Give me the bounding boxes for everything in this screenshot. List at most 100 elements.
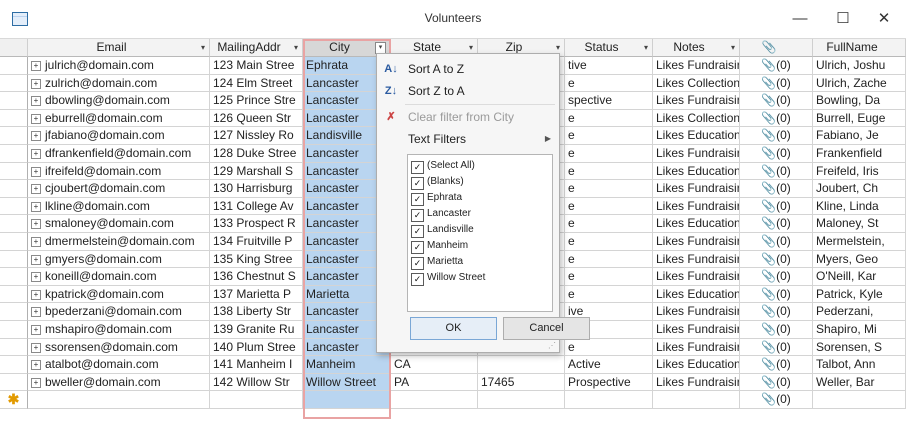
cell-mailing-address[interactable]: 136 Chestnut S bbox=[210, 268, 303, 286]
expand-subdatasheet-icon[interactable]: + bbox=[31, 289, 41, 300]
cell-notes[interactable]: Likes Education bbox=[653, 356, 740, 374]
cell-notes[interactable]: Likes Education bbox=[653, 285, 740, 304]
cell-state[interactable] bbox=[391, 391, 478, 409]
cell-notes[interactable]: Likes Fundraisir bbox=[653, 338, 740, 357]
expand-subdatasheet-icon[interactable]: + bbox=[31, 96, 41, 107]
cell-attachments[interactable]: 📎(0) bbox=[740, 57, 813, 75]
cell-mailing-address[interactable]: 131 College Av bbox=[210, 197, 303, 216]
cell-status[interactable]: e bbox=[565, 74, 653, 93]
cell-zip[interactable]: 17465 bbox=[478, 373, 565, 392]
filter-checkbox-item[interactable]: ✓ (Blanks) bbox=[411, 174, 464, 190]
cell-attachments[interactable]: 📎(0) bbox=[740, 127, 813, 145]
cell-full-name[interactable]: Shapiro, Mi bbox=[813, 321, 906, 339]
select-all-corner[interactable] bbox=[0, 39, 28, 57]
cell-notes[interactable]: Likes Fundraisir bbox=[653, 145, 740, 163]
cell-email[interactable]: + cjoubert@domain.com bbox=[28, 180, 210, 198]
cell-mailing-address[interactable]: 140 Plum Stree bbox=[210, 338, 303, 357]
column-header-email[interactable]: Email ▾ bbox=[28, 39, 210, 57]
text-filters-item[interactable]: Text Filters ▶ bbox=[377, 129, 559, 149]
cell-mailing-address[interactable] bbox=[210, 391, 303, 409]
checkbox-checked-icon[interactable]: ✓ bbox=[411, 225, 424, 238]
resize-grip-icon[interactable]: ⋰ bbox=[548, 341, 556, 350]
cell-attachments[interactable]: 📎(0) bbox=[740, 74, 813, 93]
record-selector[interactable] bbox=[0, 74, 28, 93]
cell-attachments[interactable]: 📎(0) bbox=[740, 180, 813, 198]
cell-notes[interactable]: Likes Fundraisir bbox=[653, 180, 740, 198]
expand-subdatasheet-icon[interactable]: + bbox=[31, 360, 41, 371]
cell-zip[interactable] bbox=[478, 356, 565, 374]
expand-subdatasheet-icon[interactable]: + bbox=[31, 254, 41, 265]
cell-full-name[interactable] bbox=[813, 391, 906, 409]
cell-attachments[interactable]: 📎(0) bbox=[740, 321, 813, 339]
record-selector[interactable] bbox=[0, 180, 28, 198]
record-selector[interactable] bbox=[0, 145, 28, 163]
expand-subdatasheet-icon[interactable]: + bbox=[31, 377, 41, 388]
cell-attachments[interactable]: 📎(0) bbox=[740, 356, 813, 374]
cell-attachments[interactable]: 📎(0) bbox=[740, 268, 813, 286]
ok-button[interactable]: OK bbox=[410, 317, 497, 340]
cell-email[interactable]: + bpederzani@domain.com bbox=[28, 303, 210, 321]
expand-subdatasheet-icon[interactable]: + bbox=[31, 219, 41, 230]
cell-mailing-address[interactable]: 137 Marietta P bbox=[210, 285, 303, 304]
cell-email[interactable]: + zulrich@domain.com bbox=[28, 74, 210, 93]
cell-mailing-address[interactable]: 127 Nissley Ro bbox=[210, 127, 303, 145]
table-row[interactable]: + bweller@domain.com 142 Willow Str Willow … bbox=[0, 373, 906, 392]
expand-subdatasheet-icon[interactable]: + bbox=[31, 166, 41, 177]
cell-full-name[interactable]: Myers, Geo bbox=[813, 250, 906, 269]
filter-checkbox-item[interactable]: ✓ Manheim bbox=[411, 238, 468, 254]
cell-email[interactable]: + smaloney@domain.com bbox=[28, 215, 210, 233]
cell-attachments[interactable]: 📎(0) bbox=[740, 285, 813, 304]
expand-subdatasheet-icon[interactable]: + bbox=[31, 113, 41, 124]
cell-status[interactable]: e bbox=[565, 180, 653, 198]
cell-status[interactable]: e bbox=[565, 127, 653, 145]
cell-mailing-address[interactable]: 124 Elm Street bbox=[210, 74, 303, 93]
cell-full-name[interactable]: Sorensen, S bbox=[813, 338, 906, 357]
clear-filter-item[interactable]: ✗ Clear filter from City bbox=[377, 107, 559, 127]
minimize-button[interactable]: — bbox=[780, 6, 820, 32]
expand-subdatasheet-icon[interactable]: + bbox=[31, 61, 41, 71]
cell-attachments[interactable]: 📎(0) bbox=[740, 197, 813, 216]
cell-full-name[interactable]: Bowling, Da bbox=[813, 92, 906, 110]
column-header-attachments[interactable]: 📎 bbox=[740, 39, 813, 57]
cell-status[interactable]: Active bbox=[565, 356, 653, 374]
cell-notes[interactable]: Likes Education bbox=[653, 162, 740, 181]
cell-status[interactable] bbox=[565, 391, 653, 409]
cell-email[interactable]: + jfabiano@domain.com bbox=[28, 127, 210, 145]
record-selector[interactable] bbox=[0, 321, 28, 339]
filter-dropdown-icon[interactable]: ▾ bbox=[731, 39, 735, 56]
cell-full-name[interactable]: Mermelstein, bbox=[813, 233, 906, 251]
cancel-button[interactable]: Cancel bbox=[503, 317, 590, 340]
new-record-icon[interactable]: ✱ bbox=[0, 391, 28, 409]
cell-email[interactable]: + lkline@domain.com bbox=[28, 197, 210, 216]
cell-full-name[interactable]: Patrick, Kyle bbox=[813, 285, 906, 304]
new-record-row[interactable]: ✱ 📎(0) bbox=[0, 391, 906, 409]
column-header-notes[interactable]: Notes ▾ bbox=[653, 39, 740, 57]
cell-email[interactable]: + atalbot@domain.com bbox=[28, 356, 210, 374]
cell-mailing-address[interactable]: 141 Manheim I bbox=[210, 356, 303, 374]
cell-attachments[interactable]: 📎(0) bbox=[740, 162, 813, 181]
cell-notes[interactable]: Likes Education bbox=[653, 127, 740, 145]
cell-status[interactable]: e bbox=[565, 268, 653, 286]
record-selector[interactable] bbox=[0, 285, 28, 304]
cell-status[interactable]: e bbox=[565, 285, 653, 304]
sort-a-to-z-item[interactable]: A↓ Sort A to Z bbox=[377, 59, 559, 79]
expand-subdatasheet-icon[interactable]: + bbox=[31, 307, 41, 318]
expand-subdatasheet-icon[interactable]: + bbox=[31, 201, 41, 212]
column-header-full-name[interactable]: FullName bbox=[813, 39, 906, 57]
cell-mailing-address[interactable]: 135 King Stree bbox=[210, 250, 303, 269]
checkbox-checked-icon[interactable]: ✓ bbox=[411, 257, 424, 270]
cell-city[interactable]: Manheim bbox=[303, 356, 391, 374]
cell-full-name[interactable]: Freifeld, Iris bbox=[813, 162, 906, 181]
cell-full-name[interactable]: Joubert, Ch bbox=[813, 180, 906, 198]
cell-notes[interactable]: Likes Fundraisir bbox=[653, 321, 740, 339]
record-selector[interactable] bbox=[0, 197, 28, 216]
cell-full-name[interactable]: Kline, Linda bbox=[813, 197, 906, 216]
filter-checkbox-item[interactable]: ✓ (Select All) bbox=[411, 158, 475, 174]
cell-email[interactable]: + eburrell@domain.com bbox=[28, 109, 210, 128]
record-selector[interactable] bbox=[0, 356, 28, 374]
cell-mailing-address[interactable]: 123 Main Stree bbox=[210, 57, 303, 75]
cell-attachments[interactable]: 📎(0) bbox=[740, 92, 813, 110]
cell-status[interactable]: Prospective bbox=[565, 373, 653, 392]
cell-email[interactable]: + gmyers@domain.com bbox=[28, 250, 210, 269]
checkbox-checked-icon[interactable]: ✓ bbox=[411, 241, 424, 254]
